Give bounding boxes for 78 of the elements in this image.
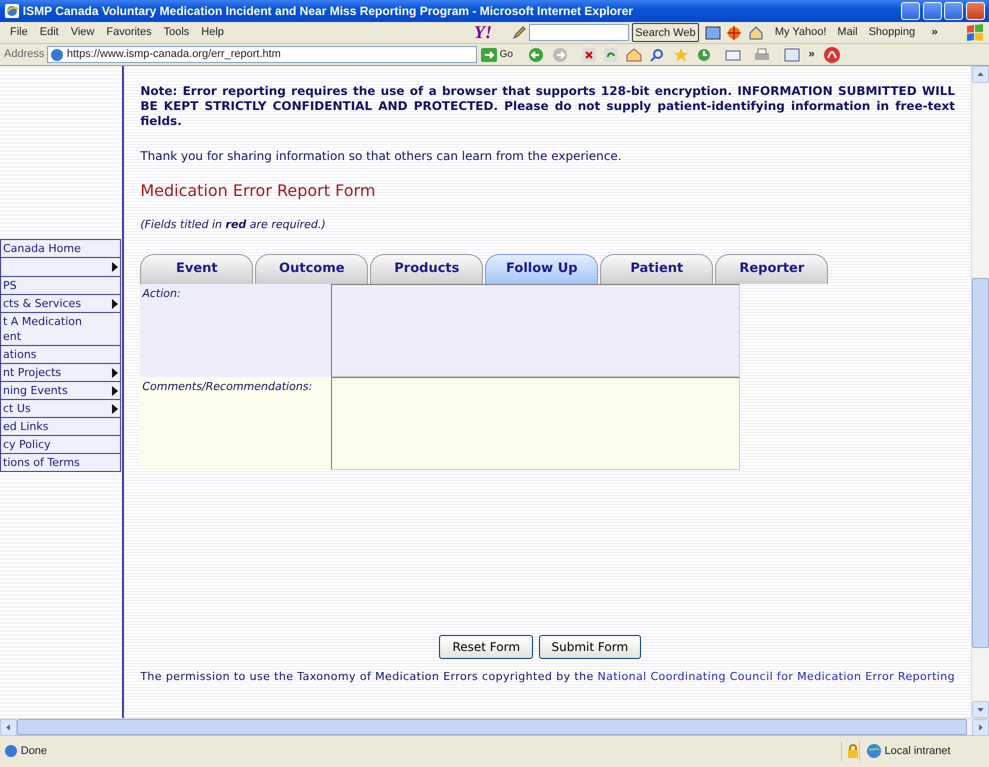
home-icon[interactable] [626, 48, 642, 62]
browser-icon [4, 3, 20, 19]
field-label: Action: [141, 286, 182, 302]
pencil-icon[interactable] [512, 26, 526, 40]
scroll-right-button[interactable] [972, 719, 989, 736]
lock-icon [847, 744, 860, 758]
search-field[interactable] [528, 24, 629, 41]
go-arrow-icon [480, 48, 497, 62]
sidebar-item[interactable]: ct Us [0, 400, 121, 418]
search-web-button[interactable]: Search Web [632, 23, 700, 42]
sidebar-item[interactable]: tions of Terms [0, 454, 121, 472]
tab[interactable]: Reporter [715, 254, 828, 284]
scrollbar-thumb[interactable] [972, 278, 989, 648]
field-label: Comments/Recommendations: [141, 378, 314, 394]
form-button[interactable]: Submit Form [538, 634, 642, 658]
go-button[interactable]: Go [480, 46, 514, 63]
restore-button[interactable] [922, 2, 942, 20]
sidebar-item[interactable]: nt Projects [0, 364, 121, 382]
sidebar-item[interactable]: PS [0, 277, 121, 295]
scroll-left-button[interactable] [0, 719, 17, 736]
required-note: (Fields titled in red are required.) [140, 217, 327, 233]
submenu-arrow-icon [112, 298, 118, 308]
menu-item[interactable]: Tools [158, 24, 196, 41]
page-icon [50, 48, 64, 62]
tab[interactable]: Follow Up [485, 254, 598, 284]
zone-text: Local intranet [884, 744, 951, 759]
toolbar-link[interactable]: Mail [837, 24, 858, 41]
menu-item[interactable]: View [64, 24, 100, 41]
thanks-text: Thank you for sharing information so that others can learn from the experience. [140, 148, 623, 165]
menu-item[interactable]: File [4, 24, 34, 41]
sidebar-item[interactable]: cy Policy [0, 436, 121, 454]
window-title: ISMP Canada Voluntary Medication Incident and Near Miss Reporting Program - Microsoft Internet Explorer [22, 3, 634, 20]
sidebar-item[interactable]: Canada Home [0, 239, 121, 258]
sidebar-item[interactable]: ning Events [0, 382, 121, 400]
permission-text: The permission to use the Taxonomy of Medication Errors copyrighted by the National Coordinating Council for Medication Error Reporting [140, 668, 955, 684]
scroll-up-button[interactable] [972, 66, 989, 83]
printer-icon[interactable] [754, 48, 770, 62]
tab[interactable]: Patient [600, 254, 714, 284]
sidebar-item[interactable] [0, 258, 121, 277]
page-icon [4, 744, 18, 758]
sidebar-item[interactable]: ations [0, 346, 121, 364]
acrobat-icon[interactable] [822, 46, 841, 64]
star-icon[interactable] [672, 46, 689, 62]
address-field[interactable]: https://www.ismp-canada.org/err_report.htm [47, 46, 478, 63]
refresh-icon[interactable] [604, 48, 618, 62]
search-icon[interactable] [650, 48, 664, 62]
globe-icon [866, 743, 882, 759]
sidebar-item[interactable]: ed Links [0, 418, 121, 436]
toolbar-link[interactable]: My Yahoo! [774, 24, 826, 41]
minimize-button[interactable] [900, 2, 920, 20]
encryption-note: Note: Error reporting requires the use of a browser that supports 128-bit encryption. INFORMATION SUBMITTED WILL BE KEPT STRICTLY CONFIDENTIAL AND PROTECTED. Please do not supply patient-identifying information in free-text fields. [140, 84, 955, 129]
stop-icon[interactable] [582, 48, 596, 62]
close-button[interactable] [966, 2, 985, 20]
history-icon[interactable] [696, 48, 711, 62]
submenu-arrow-icon [112, 262, 118, 272]
form-button[interactable]: Reset Form [439, 634, 534, 658]
yahoo-logo[interactable]: Y! [474, 22, 492, 43]
menu-item[interactable]: Favorites [100, 24, 158, 41]
more-chevron[interactable]: » [932, 24, 938, 41]
crosshair-icon[interactable] [726, 24, 742, 40]
tab[interactable]: Products [370, 254, 484, 284]
tab[interactable]: Event [140, 254, 254, 284]
status-text: Done [20, 744, 48, 759]
more-chevron[interactable]: » [808, 46, 815, 63]
house-icon[interactable] [748, 24, 764, 40]
sidebar-item[interactable]: cts & Services [0, 295, 121, 313]
maximize-button[interactable] [944, 2, 964, 20]
address-label: Address [4, 47, 44, 62]
form-heading: Medication Error Report Form [140, 180, 376, 202]
scrollbar-thumb[interactable] [17, 719, 967, 735]
windows-logo [965, 24, 985, 42]
toolbar-link[interactable]: Shopping [868, 24, 916, 41]
scroll-down-button[interactable] [972, 701, 989, 718]
tab[interactable]: Outcome [255, 254, 368, 284]
menu-item[interactable]: Help [195, 24, 230, 41]
link[interactable]: National Coordinating Council for Medication Error Reporting [598, 670, 955, 682]
back-icon[interactable] [528, 46, 544, 62]
menu-item[interactable]: Edit [34, 24, 65, 41]
